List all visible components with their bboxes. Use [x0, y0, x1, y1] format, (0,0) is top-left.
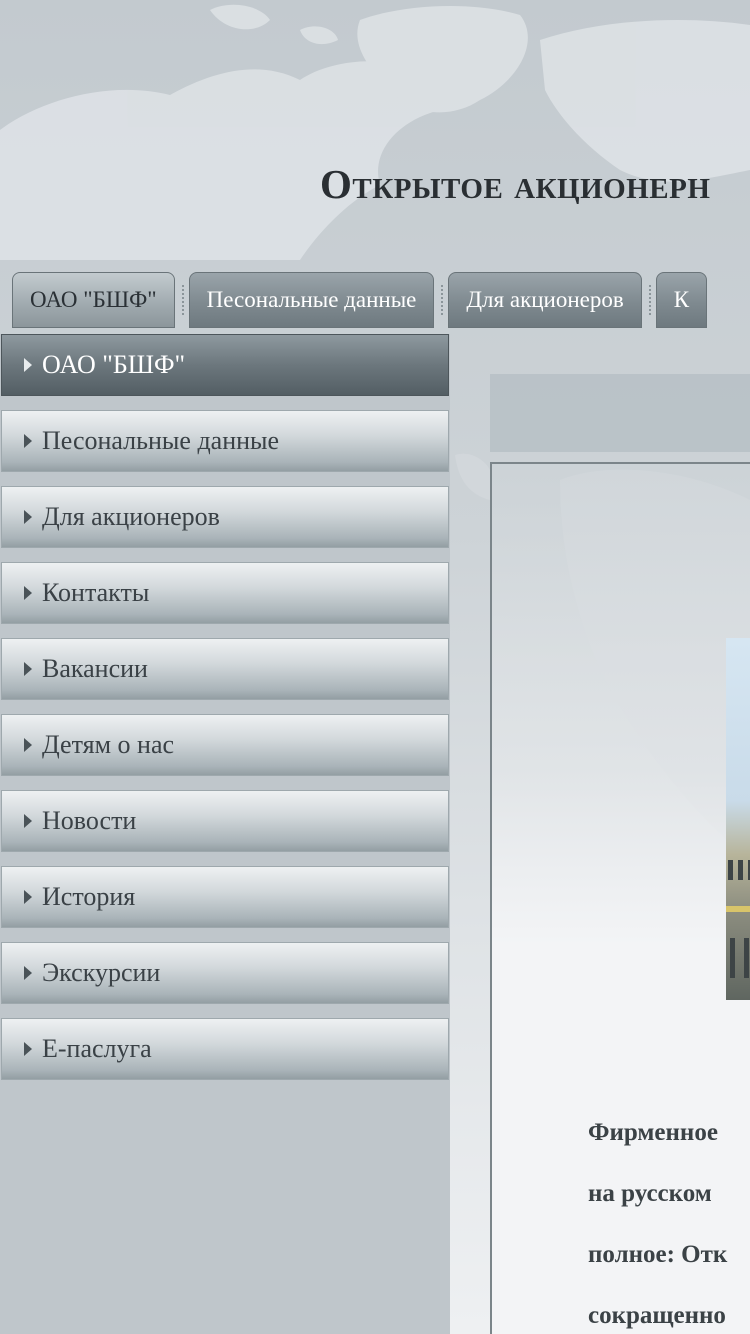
photo-detail — [730, 938, 735, 978]
triangle-right-icon — [24, 662, 32, 676]
sidebar-item-label: Контакты — [42, 578, 150, 607]
info-line: на русском — [588, 1180, 712, 1207]
triangle-right-icon — [24, 1042, 32, 1056]
top-tab-bshf[interactable]: ОАО "БШФ" — [12, 272, 175, 328]
top-tab-personal-data[interactable]: Песональные данные — [181, 272, 435, 328]
sidebar-item-label: ОАО "БШФ" — [42, 350, 186, 379]
sidebar-item-personal-data[interactable]: Песональные данные — [1, 410, 449, 472]
sidebar-item-news[interactable]: Новости — [1, 790, 449, 852]
photo-detail — [738, 860, 743, 880]
sidebar-item-label: Новости — [42, 806, 137, 835]
sidebar-item-vacancies[interactable]: Вакансии — [1, 638, 449, 700]
company-info-text: Фирменное на русском полное: Отк сокраще… — [588, 1102, 750, 1334]
sidebar-item-kids[interactable]: Детям о нас — [1, 714, 449, 776]
sidebar-item-excursions[interactable]: Экскурсии — [1, 942, 449, 1004]
triangle-right-icon — [24, 586, 32, 600]
info-line: Фирменное — [588, 1119, 718, 1146]
photo-detail — [726, 906, 750, 912]
triangle-right-icon — [24, 966, 32, 980]
photo-detail — [744, 938, 749, 978]
sidebar-item-bshf[interactable]: ОАО "БШФ" — [1, 334, 449, 396]
triangle-right-icon — [24, 434, 32, 448]
sidebar-item-label: Детям о нас — [42, 730, 175, 759]
content-header-band — [490, 374, 750, 452]
top-tab-shareholders[interactable]: Для акционеров — [441, 272, 642, 328]
photo-detail — [728, 860, 733, 880]
sidebar-item-label: Вакансии — [42, 654, 148, 683]
sidebar: ОАО "БШФ" Песональные данные Для акционе… — [0, 334, 450, 1334]
sidebar-item-contacts[interactable]: Контакты — [1, 562, 449, 624]
top-navigation: ОАО "БШФ" Песональные данные Для акционе… — [12, 272, 721, 328]
sidebar-item-label: Экскурсии — [42, 958, 161, 987]
page-title: Открытое акционерн — [320, 161, 711, 207]
sidebar-item-label: Для акционеров — [42, 502, 220, 531]
sidebar-item-label: История — [42, 882, 136, 911]
triangle-right-icon — [24, 510, 32, 524]
triangle-right-icon — [24, 814, 32, 828]
triangle-right-icon — [24, 358, 32, 372]
info-line: полное: Отк — [588, 1241, 728, 1268]
sidebar-item-history[interactable]: История — [1, 866, 449, 928]
top-tab-contacts[interactable]: К — [648, 272, 708, 328]
sidebar-item-e-service[interactable]: Е-паслуга — [1, 1018, 449, 1080]
info-line: сокращенно — [588, 1302, 726, 1329]
sidebar-item-label: Е-паслуга — [42, 1034, 152, 1063]
building-photo — [726, 638, 750, 1000]
triangle-right-icon — [24, 738, 32, 752]
sidebar-item-label: Песональные данные — [42, 426, 280, 455]
sidebar-item-shareholders[interactable]: Для акционеров — [1, 486, 449, 548]
triangle-right-icon — [24, 890, 32, 904]
